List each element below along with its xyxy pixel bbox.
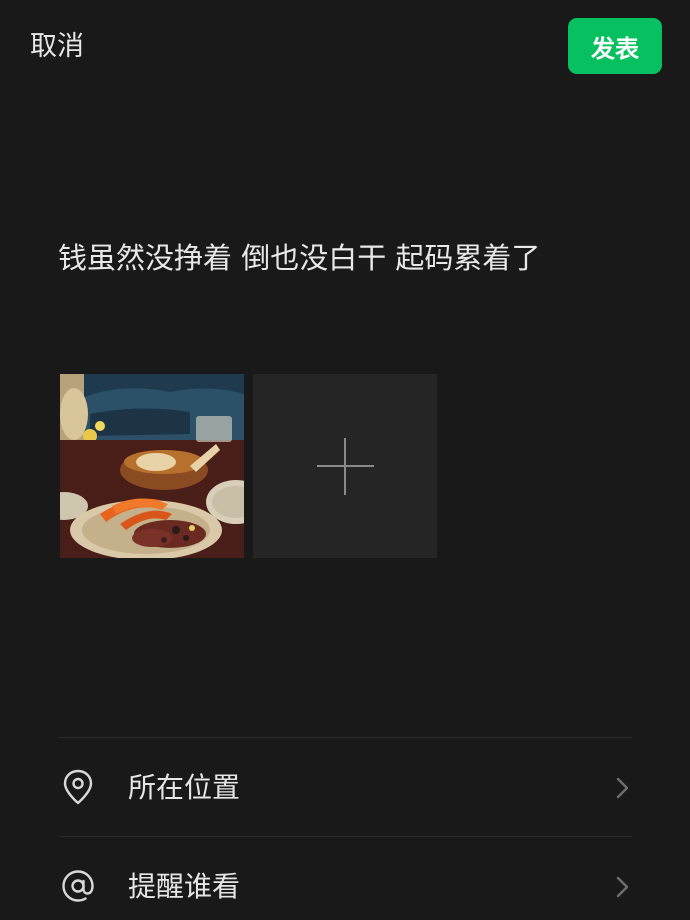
publish-button[interactable]: 发表 — [568, 18, 662, 74]
cancel-button[interactable]: 取消 — [30, 28, 84, 66]
add-photo-button[interactable] — [253, 374, 437, 558]
chevron-right-icon — [616, 777, 629, 799]
photo-thumbnail[interactable] — [60, 374, 244, 558]
location-option-label: 所在位置 — [128, 771, 241, 804]
at-icon — [62, 870, 94, 902]
location-pin-icon — [63, 769, 93, 805]
plus-icon-vertical — [344, 438, 346, 495]
location-option[interactable]: 所在位置 — [0, 738, 690, 836]
mention-option[interactable]: 提醒谁看 — [0, 837, 690, 920]
food-photo-image — [60, 374, 244, 558]
moments-compose-screen: 取消 发表 钱虽然没挣着 倒也没白干 起码累着了 所在位置 提醒谁看 — [0, 0, 690, 920]
mention-option-label: 提醒谁看 — [128, 870, 241, 903]
chevron-right-icon — [616, 876, 629, 898]
post-text-input[interactable]: 钱虽然没挣着 倒也没白干 起码累着了 — [58, 238, 658, 278]
